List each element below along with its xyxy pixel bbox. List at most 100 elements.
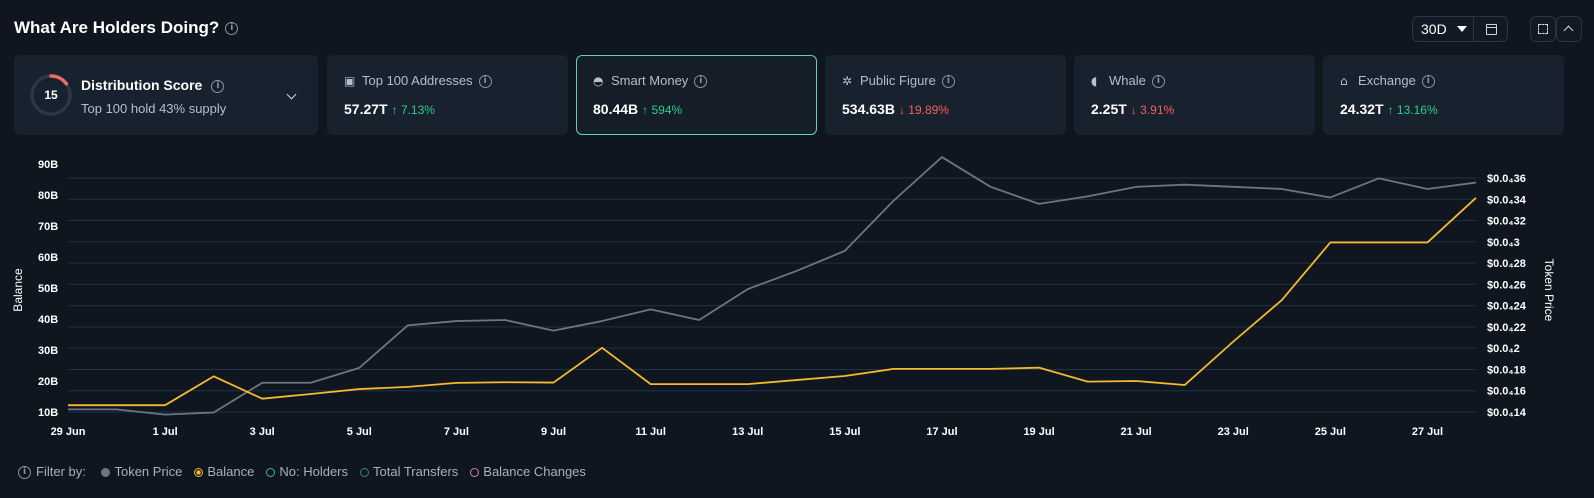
y2-tick-label: $0.0₄26 (1487, 279, 1526, 291)
info-icon[interactable]: i (18, 466, 31, 480)
y-axis-label: Balance (11, 268, 25, 312)
calendar-button[interactable] (1473, 17, 1507, 41)
legend-dot-icon (470, 468, 480, 478)
chevron-up-icon (1563, 25, 1574, 36)
distribution-score-ring: 15 (29, 73, 73, 117)
card-value-text: 57.27T (344, 101, 388, 117)
smart-money-card[interactable]: ◓ Smart Money i 80.44B ↑ 594% (576, 55, 817, 135)
exchange-card[interactable]: ⌂ Exchange i 24.32T ↑ 13.16% (1323, 55, 1564, 135)
card-value: 2.25T ↓ 3.91% (1091, 101, 1174, 117)
top-100-addresses-card[interactable]: ▣ Top 100 Addresses i 57.27T ↑ 7.13% (327, 55, 568, 135)
distribution-score-subtitle: Top 100 hold 43% supply (81, 101, 227, 116)
legend-item[interactable]: Balance Changes (470, 464, 586, 479)
section-title: What Are Holders Doing? i (14, 18, 239, 38)
info-icon[interactable]: i (1151, 75, 1165, 89)
card-value: 80.44B ↑ 594% (593, 101, 682, 117)
card-label: ⌂ Exchange i (1340, 73, 1435, 89)
info-icon[interactable]: i (225, 22, 239, 36)
info-icon[interactable]: i (211, 79, 225, 93)
card-value-text: 80.44B (593, 101, 639, 117)
x-tick-label: 15 Jul (829, 426, 860, 438)
holders-chart[interactable]: $0.0₄14 $0.0₄16 $0.0₄18 $0.0₄2 $0.0₄22 $0.0₄2… (0, 150, 1594, 450)
legend-filter-label: i Filter by: (18, 464, 86, 480)
card-change: ↓ 19.89% (898, 103, 949, 117)
y2-tick-label: $0.0₄3 (1487, 237, 1520, 249)
x-tick-label: 7 Jul (444, 426, 469, 438)
legend-item[interactable]: No: Holders (266, 464, 348, 479)
card-label-text: Whale (1109, 73, 1146, 88)
fullscreen-icon (1538, 24, 1548, 34)
card-value: 534.63B ↓ 19.89% (842, 101, 949, 117)
collapse-button[interactable] (1556, 16, 1582, 42)
holder-cards: 15 Distribution Score i Top 100 hold 43% … (14, 55, 1594, 135)
chart-legend: i Filter by: Token Price Balance No: Holder… (18, 463, 598, 480)
distribution-score-card[interactable]: 15 Distribution Score i Top 100 hold 43% … (14, 55, 318, 135)
card-value: 24.32T ↑ 13.16% (1340, 101, 1438, 117)
legend-item-label: Token Price (114, 464, 183, 480)
card-label-text: Public Figure (860, 73, 936, 88)
series-line-token-price (68, 156, 1477, 416)
y2-tick-label: $0.0₄34 (1487, 194, 1527, 206)
card-label: ✲ Public Figure i (842, 73, 955, 89)
y-tick-label: 90B (38, 159, 58, 171)
legend-item[interactable]: Total Transfers (360, 464, 458, 479)
legend-item-label: No: Holders (279, 464, 349, 480)
legend-item[interactable]: Token Price (101, 464, 182, 479)
x-tick-label: 5 Jul (347, 426, 372, 438)
card-change: ↓ 3.91% (1130, 103, 1175, 117)
wallet-icon: ▣ (344, 74, 356, 88)
smart-money-icon: ◓ (593, 74, 604, 88)
y2-tick-label: $0.0₄32 (1487, 216, 1526, 228)
card-value-text: 534.63B (842, 101, 895, 117)
series-line-balance (68, 197, 1477, 407)
y2-tick-label: $0.0₄14 (1487, 407, 1527, 419)
card-value: 57.27T ↑ 7.13% (344, 101, 435, 117)
x-tick-label: 23 Jul (1218, 426, 1249, 438)
info-icon[interactable]: i (941, 75, 955, 89)
info-icon[interactable]: i (478, 75, 492, 89)
distribution-score-title: Distribution Score i (81, 77, 225, 93)
x-tick-label: 19 Jul (1023, 426, 1054, 438)
whale-card[interactable]: ◖ Whale i 2.25T ↓ 3.91% (1074, 55, 1315, 135)
distribution-score-value: 15 (44, 88, 58, 102)
y2-tick-label: $0.0₄28 (1487, 258, 1526, 270)
legend-dot-icon (266, 468, 276, 478)
x-tick-label: 29 Jun (51, 426, 86, 438)
y2-tick-label: $0.0₄16 (1487, 386, 1526, 398)
x-tick-label: 11 Jul (635, 426, 666, 438)
range-dropdown[interactable]: 30D (1413, 17, 1473, 41)
card-change: ↑ 13.16% (1387, 103, 1438, 117)
card-label-text: Smart Money (611, 73, 689, 88)
legend-item-label: Balance Changes (483, 464, 586, 480)
legend-dot-icon (101, 468, 111, 478)
y2-tick-label: $0.0₄2 (1487, 343, 1520, 355)
y2-axis-label: Token Price (1542, 259, 1556, 322)
calendar-icon (1486, 24, 1497, 35)
range-selector-group: 30D (1412, 16, 1508, 42)
public-figure-icon: ✲ (842, 74, 853, 88)
card-label: ◓ Smart Money i (593, 73, 708, 89)
legend-filter-text: Filter by: (36, 464, 86, 480)
card-label-text: Top 100 Addresses (362, 73, 473, 88)
y-tick-label: 30B (38, 345, 58, 357)
legend-item-label: Balance (207, 464, 255, 480)
legend-item[interactable]: Balance (194, 464, 254, 479)
y-tick-label: 10B (38, 407, 58, 419)
card-label-text: Exchange (1358, 73, 1416, 88)
x-tick-label: 1 Jul (153, 426, 178, 438)
info-icon[interactable]: i (1421, 75, 1435, 89)
caret-down-icon (1457, 26, 1467, 32)
distribution-score-title-text: Distribution Score (81, 77, 203, 93)
chevron-down-icon[interactable] (286, 89, 297, 100)
public-figure-card[interactable]: ✲ Public Figure i 534.63B ↓ 19.89% (825, 55, 1066, 135)
x-tick-label: 27 Jul (1412, 426, 1443, 438)
card-change: ↑ 594% (642, 103, 683, 117)
range-dropdown-value: 30D (1421, 21, 1447, 37)
y2-tick-label: $0.0₄24 (1487, 301, 1527, 313)
x-tick-label: 9 Jul (541, 426, 566, 438)
fullscreen-button[interactable] (1530, 16, 1556, 42)
y-tick-label: 60B (38, 252, 58, 264)
y2-tick-label: $0.0₄36 (1487, 173, 1526, 185)
info-icon[interactable]: i (694, 75, 708, 89)
y-tick-label: 20B (38, 376, 58, 388)
